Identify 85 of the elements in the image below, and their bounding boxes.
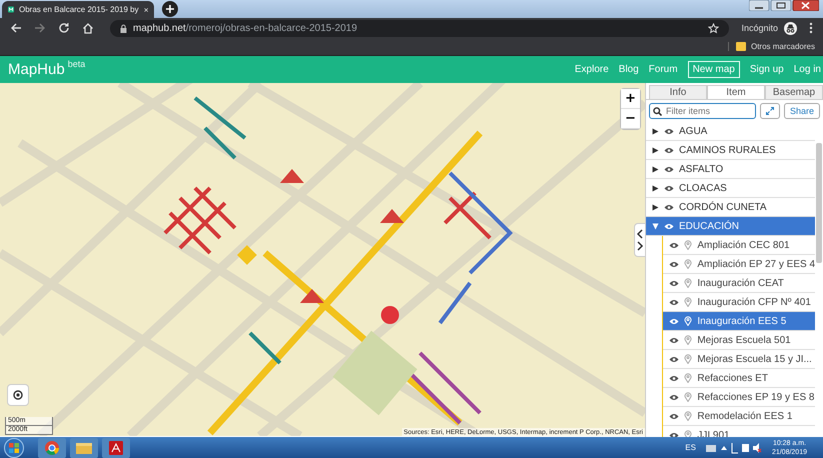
expand-icon [766,107,774,115]
collapse-arrow-icon[interactable] [652,222,659,230]
pin-icon [684,411,692,421]
item-row[interactable]: Refacciones ET [663,369,815,388]
eye-icon[interactable] [669,280,680,286]
eye-icon[interactable] [669,298,680,306]
layer-row[interactable]: CAMINOS RURALES [646,141,815,160]
filter-field[interactable]: Filter items [649,103,756,119]
item-row[interactable]: Ampliación CEC 801 [663,236,815,255]
home-icon[interactable] [82,22,94,34]
item-row[interactable]: Mejoras Escuela 501 [663,331,815,350]
zoom-in-button[interactable]: + [621,89,640,109]
expand-arrow-icon[interactable] [652,146,659,154]
start-button-icon[interactable] [4,438,24,458]
pin-icon [684,373,692,383]
browser-tab[interactable]: Obras en Balcarce 2015- 2019 by [2,1,154,18]
expand-arrow-icon[interactable] [652,128,659,134]
reload-icon[interactable] [58,22,70,34]
chrome-icon[interactable] [38,438,66,458]
layer-row[interactable]: CLOACAS [646,179,815,198]
collapse-handle[interactable] [634,223,645,257]
pin-icon [684,297,692,307]
pin-icon [684,354,692,364]
folder-icon[interactable] [70,438,98,458]
forward-icon[interactable] [34,22,46,34]
sidebar-tab[interactable]: Basemap [765,85,823,100]
address-bar[interactable]: maphub.net/romeroj/obras-en-balcarce-2015-2019 [110,20,730,36]
window-controls-icon[interactable] [749,0,819,11]
bookmark-folder[interactable]: Otros marcadores [728,42,815,51]
pin-icon [684,259,692,269]
sidebar-tab[interactable]: Info [649,85,707,100]
pin-icon [684,392,692,402]
layer-row[interactable]: ASFALTO [646,160,815,179]
item-row[interactable]: Remodelación EES 1 [663,407,815,426]
folder-icon [736,42,746,51]
expand-button[interactable] [760,103,780,119]
new-tab-icon[interactable] [162,1,178,17]
eye-icon[interactable] [669,412,680,420]
locate-button[interactable] [8,385,28,405]
eye-icon[interactable] [669,260,680,268]
item-row[interactable]: Inauguración EES 5 [663,312,815,331]
eye-icon[interactable] [664,166,674,172]
eye-icon[interactable] [669,356,680,362]
scrollbar[interactable] [816,143,822,263]
star-icon[interactable] [708,22,720,34]
share-button[interactable]: Share [784,103,820,119]
eye-icon[interactable] [669,394,680,400]
pin-icon [684,430,692,437]
eye-icon[interactable] [669,336,680,344]
tab-title: Obras en Balcarce 2015- 2019 by [19,5,139,14]
eye-icon[interactable] [669,242,680,248]
expand-arrow-icon[interactable] [652,166,659,172]
pdf-reader-icon[interactable] [102,438,130,458]
incognito-label: Incógnito [741,23,778,33]
favicon-icon [8,4,14,15]
pin-icon [684,316,692,326]
item-row[interactable]: Mejoras Escuela 15 y JI... [663,350,815,369]
back-icon[interactable] [10,22,22,34]
lock-icon [120,24,127,32]
url-text: maphub.net/romeroj/obras-en-balcarce-2015-2019 [133,22,358,34]
layer-row[interactable]: AGUA [646,122,815,141]
eye-icon[interactable] [669,374,680,382]
layer-row[interactable]: EDUCACIÓN [646,217,815,236]
beta-label: beta [68,59,86,69]
locate-icon [12,389,24,401]
item-row[interactable]: Inauguración CEAT [663,274,815,293]
sidebar-tab[interactable]: Item [707,85,765,100]
eye-icon[interactable] [664,184,674,192]
tray-icons[interactable] [706,442,762,454]
eye-icon[interactable] [664,146,674,154]
incognito-icon[interactable] [784,22,797,34]
eye-icon[interactable] [664,204,674,210]
pin-icon [684,240,692,250]
expand-arrow-icon[interactable] [652,204,659,210]
pin-icon [684,278,692,288]
eye-icon[interactable] [664,222,674,230]
language-indicator[interactable]: ES [685,443,696,452]
item-row[interactable]: Ampliación EP 27 y EES 4 [663,255,815,274]
eye-icon[interactable] [664,128,674,134]
close-icon[interactable] [144,6,148,14]
pin-icon [684,335,692,345]
expand-arrow-icon[interactable] [652,184,659,192]
menu-icon[interactable] [809,22,813,34]
item-row[interactable]: Refacciones EP 19 y ES 8 [663,388,815,407]
eye-icon[interactable] [669,318,680,324]
